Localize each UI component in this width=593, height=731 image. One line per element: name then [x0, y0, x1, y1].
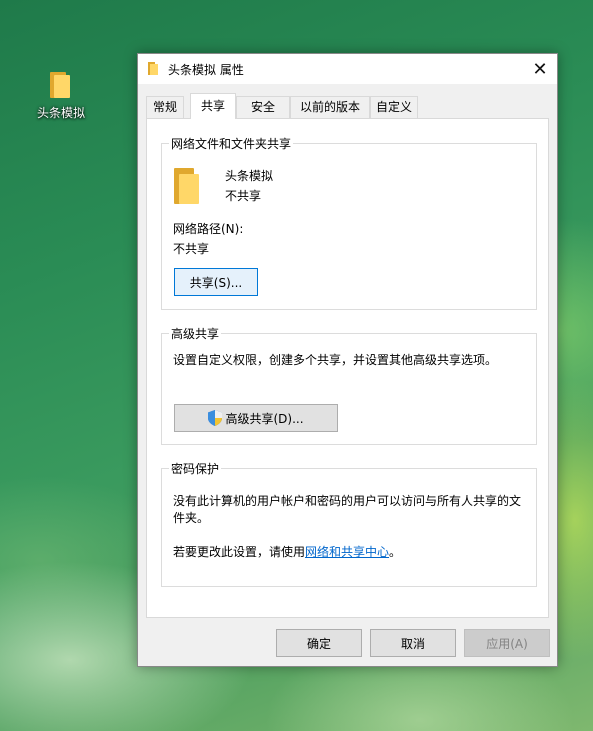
advanced-sharing-group: 高级共享 设置自定义权限，创建多个共享，并设置其他高级共享选项。 高级共享(D)… [161, 325, 537, 445]
tab-previous-versions[interactable]: 以前的版本 [290, 96, 370, 118]
apply-button[interactable]: 应用(A) [464, 629, 550, 657]
folder-icon [50, 72, 72, 98]
tab-sharing[interactable]: 共享 [190, 93, 236, 119]
tab-security[interactable]: 安全 [236, 96, 290, 118]
share-status: 不共享 [225, 189, 262, 203]
network-sharing-center-link[interactable]: 网络和共享中心 [305, 545, 389, 559]
password-protection-group: 密码保护 没有此计算机的用户帐户和密码的用户可以访问与所有人共享的文 件夹。 若… [161, 460, 537, 587]
network-sharing-group: 网络文件和文件夹共享 头条模拟 不共享 网络路径(N): 不共享 共享(S)..… [161, 135, 537, 310]
network-path-value: 不共享 [173, 242, 210, 256]
sharing-tab-panel: 网络文件和文件夹共享 头条模拟 不共享 网络路径(N): 不共享 共享(S)..… [146, 118, 549, 618]
password-description-line1: 没有此计算机的用户帐户和密码的用户可以访问与所有人共享的文 [173, 494, 522, 508]
properties-dialog: 头条模拟 属性 ✕ 常规 共享 安全 以前的版本 自定义 网络文件和文件夹共享 … [137, 53, 558, 667]
uac-shield-icon [208, 410, 223, 426]
group-title: 密码保护 [169, 460, 222, 477]
window-title: 头条模拟 属性 [168, 63, 244, 77]
cancel-button[interactable]: 取消 [370, 629, 456, 657]
tab-general[interactable]: 常规 [146, 96, 184, 118]
folder-name: 头条模拟 [225, 169, 274, 183]
password-change-hint: 若要更改此设置，请使用网络和共享中心。 [173, 543, 401, 560]
desktop-icon-label: 头条模拟 [36, 106, 85, 120]
group-title: 高级共享 [169, 325, 222, 342]
password-description-line2: 件夹。 [173, 511, 210, 525]
close-button[interactable]: ✕ [523, 54, 557, 84]
advanced-sharing-description: 设置自定义权限，创建多个共享，并设置其他高级共享选项。 [173, 353, 498, 367]
ok-button[interactable]: 确定 [276, 629, 362, 657]
advanced-sharing-button[interactable]: 高级共享(D)... [174, 404, 338, 432]
title-bar[interactable]: 头条模拟 属性 ✕ [138, 54, 557, 84]
group-title: 网络文件和文件夹共享 [169, 135, 294, 152]
change-suffix: 。 [389, 545, 402, 559]
share-button[interactable]: 共享(S)... [174, 268, 258, 296]
tab-customize[interactable]: 自定义 [370, 96, 418, 118]
close-icon: ✕ [532, 58, 548, 80]
desktop-folder-shortcut[interactable]: 头条模拟 [30, 72, 92, 121]
folder-icon [174, 168, 200, 204]
network-path-label: 网络路径(N): [173, 222, 244, 236]
advanced-sharing-button-label: 高级共享(D)... [225, 411, 304, 426]
change-prefix: 若要更改此设置，请使用 [173, 545, 306, 559]
folder-icon [148, 62, 158, 75]
